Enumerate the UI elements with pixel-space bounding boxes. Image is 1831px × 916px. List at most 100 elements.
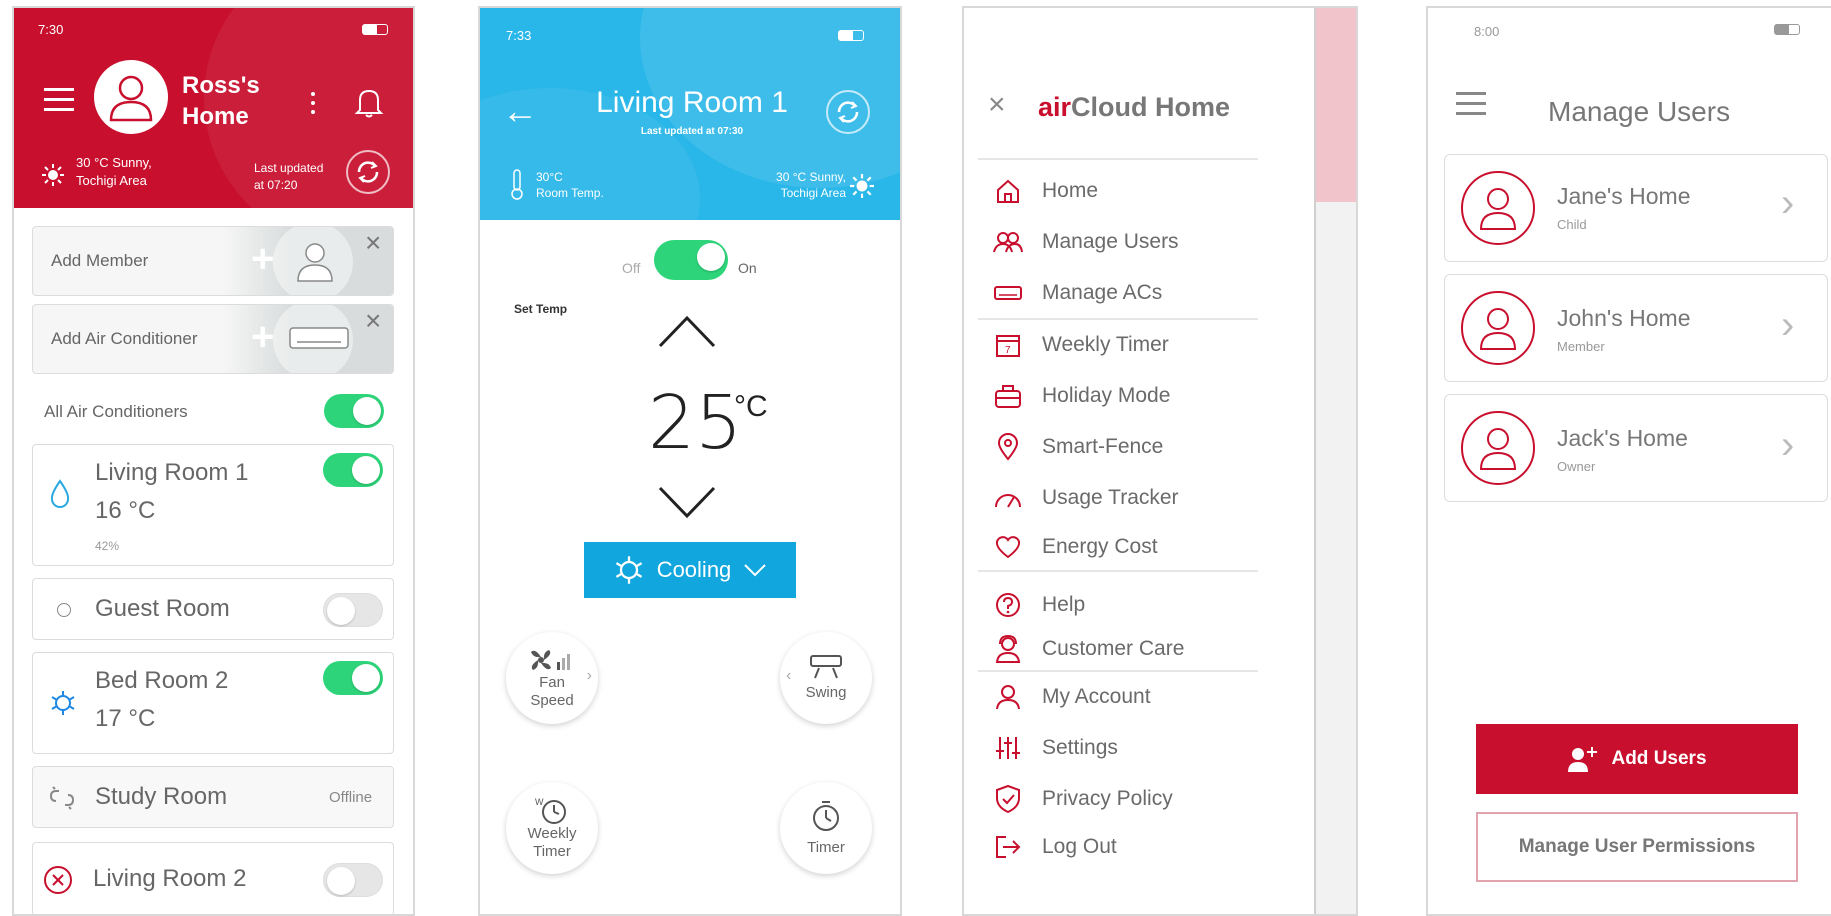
room-toggle[interactable] xyxy=(323,593,383,627)
menu-item-help[interactable]: Help xyxy=(992,588,1085,622)
user-card-john[interactable]: John's Home Member › xyxy=(1444,274,1828,382)
logout-icon xyxy=(996,836,1021,858)
offline-status: Offline xyxy=(329,789,373,806)
chevron-down-icon[interactable] xyxy=(658,486,716,520)
menu-item-weekly-timer[interactable]: 7 Weekly Timer xyxy=(992,328,1169,362)
drawer-panel: × airCloud Home Home Manage Users Manage… xyxy=(964,8,1316,914)
refresh-icon xyxy=(357,161,379,183)
close-icon[interactable]: × xyxy=(365,305,381,337)
status-time: 7:30 xyxy=(38,22,64,37)
menu-item-settings[interactable]: Settings xyxy=(992,731,1118,765)
bell-icon[interactable] xyxy=(354,86,384,118)
shield-icon xyxy=(996,784,1020,814)
page-title: Manage Users xyxy=(1548,96,1731,127)
menu-item-energy-cost[interactable]: Energy Cost xyxy=(992,530,1158,564)
plus-icon: + xyxy=(251,315,275,359)
menu-item-usage-tracker[interactable]: Usage Tracker xyxy=(992,481,1179,515)
chevron-down-icon xyxy=(744,564,767,577)
menu-item-home[interactable]: Home xyxy=(992,174,1098,208)
user-card-jack[interactable]: Jack's Home Owner › xyxy=(1444,394,1828,502)
weekly-timer-button[interactable]: W Weekly Timer xyxy=(506,782,598,874)
last-updated: Last updated at 07:20 xyxy=(254,161,324,192)
menu-item-manage-acs[interactable]: Manage ACs xyxy=(992,276,1162,310)
menu-item-my-account[interactable]: My Account xyxy=(992,680,1151,714)
snowflake-icon xyxy=(615,556,642,584)
set-temp-label: Set Temp xyxy=(514,302,568,316)
svg-text:7: 7 xyxy=(1005,345,1011,356)
room-card-bed-room-2[interactable]: Bed Room 2 17 °C xyxy=(32,652,394,754)
room-card-guest-room[interactable]: Guest Room xyxy=(32,578,394,640)
avatar[interactable] xyxy=(94,60,168,134)
divider xyxy=(978,670,1258,672)
fan-speed-button[interactable]: Fan Speed › xyxy=(506,632,598,724)
mode-label: Cooling xyxy=(656,557,732,582)
gauge-icon xyxy=(995,494,1021,508)
more-options-icon[interactable] xyxy=(310,92,316,114)
add-ac-card[interactable]: Add Air Conditioner + × xyxy=(32,304,394,374)
menu-item-privacy-policy[interactable]: Privacy Policy xyxy=(992,782,1173,816)
ac-header: 7:33 ← Living Room 1 Last updated at 07:… xyxy=(480,8,900,220)
refresh-icon xyxy=(837,101,859,123)
refresh-button[interactable] xyxy=(346,150,390,194)
hamburger-menu-icon[interactable] xyxy=(44,88,74,112)
room-card-living-room-1[interactable]: Living Room 1 16 °C 42% xyxy=(32,444,394,566)
chevron-right-icon: › xyxy=(586,667,592,684)
user-icon xyxy=(996,685,1020,710)
sun-icon xyxy=(850,174,874,198)
drop-icon xyxy=(50,479,70,508)
chevron-right-icon: › xyxy=(1781,423,1795,467)
manage-users-screen: 8:00 Manage Users Jane's Home Child › Jo… xyxy=(1426,6,1831,916)
menu-item-log-out[interactable]: Log Out xyxy=(992,830,1117,864)
status-time: 8:00 xyxy=(1474,24,1500,39)
add-member-card[interactable]: Add Member + × xyxy=(32,226,394,296)
close-icon[interactable]: × xyxy=(365,227,381,259)
menu-item-smart-fence[interactable]: Smart-Fence xyxy=(992,430,1163,464)
add-users-button[interactable]: Add Users xyxy=(1476,724,1798,794)
background-overlay[interactable] xyxy=(1316,8,1356,914)
room-temp: 30°C Room Temp. xyxy=(536,170,604,200)
home-title: Ross's Home xyxy=(182,72,260,131)
weather-info: 30 °C Sunny, Tochigi Area xyxy=(776,170,846,200)
status-time: 7:33 xyxy=(506,28,532,43)
mode-selector[interactable]: Cooling xyxy=(584,542,796,598)
room-toggle[interactable] xyxy=(323,863,383,897)
menu-item-holiday-mode[interactable]: Holiday Mode xyxy=(992,379,1170,413)
sun-icon xyxy=(42,164,64,186)
timer-button[interactable]: Timer xyxy=(780,782,872,874)
location-pin-icon xyxy=(997,433,1019,461)
set-temp-unit: °C xyxy=(734,390,768,423)
chevron-left-icon: ‹ xyxy=(786,667,792,684)
timer-icon xyxy=(813,801,839,831)
battery-icon xyxy=(1774,24,1800,35)
all-acs-label: All Air Conditioners xyxy=(44,402,188,421)
user-card-jane[interactable]: Jane's Home Child › xyxy=(1444,154,1828,262)
power-toggle[interactable] xyxy=(654,240,728,280)
user-icon xyxy=(1479,188,1517,230)
menu-item-manage-users[interactable]: Manage Users xyxy=(992,225,1179,259)
fan-icon xyxy=(531,650,570,670)
room-toggle[interactable] xyxy=(323,453,383,487)
room-card-study-room[interactable]: Study Room Offline xyxy=(32,766,394,828)
room-card-living-room-2[interactable]: Living Room 2 xyxy=(32,842,394,914)
manage-permissions-button[interactable]: Manage User Permissions xyxy=(1476,812,1798,882)
divider xyxy=(978,318,1258,320)
snowflake-icon xyxy=(51,691,75,715)
hamburger-menu-icon[interactable] xyxy=(1456,92,1486,116)
all-acs-toggle[interactable] xyxy=(324,394,384,428)
support-agent-icon xyxy=(995,634,1021,663)
chevron-up-icon[interactable] xyxy=(658,314,716,348)
close-icon[interactable]: × xyxy=(988,88,1006,122)
user-icon xyxy=(1479,308,1517,350)
divider xyxy=(978,158,1258,160)
room-toggle[interactable] xyxy=(323,661,383,695)
unlinked-icon xyxy=(49,786,75,810)
user-icon xyxy=(297,243,333,282)
heart-icon xyxy=(995,536,1021,559)
ac-icon xyxy=(994,286,1022,300)
error-icon xyxy=(44,866,72,894)
chevron-right-icon: › xyxy=(1781,303,1795,347)
refresh-button[interactable] xyxy=(826,90,870,134)
swing-button[interactable]: Swing ‹ xyxy=(780,632,872,724)
home-screen: 7:30 Ross's Home 30 °C Sunny, Tochigi Area… xyxy=(12,6,415,916)
menu-item-customer-care[interactable]: Customer Care xyxy=(992,632,1184,666)
